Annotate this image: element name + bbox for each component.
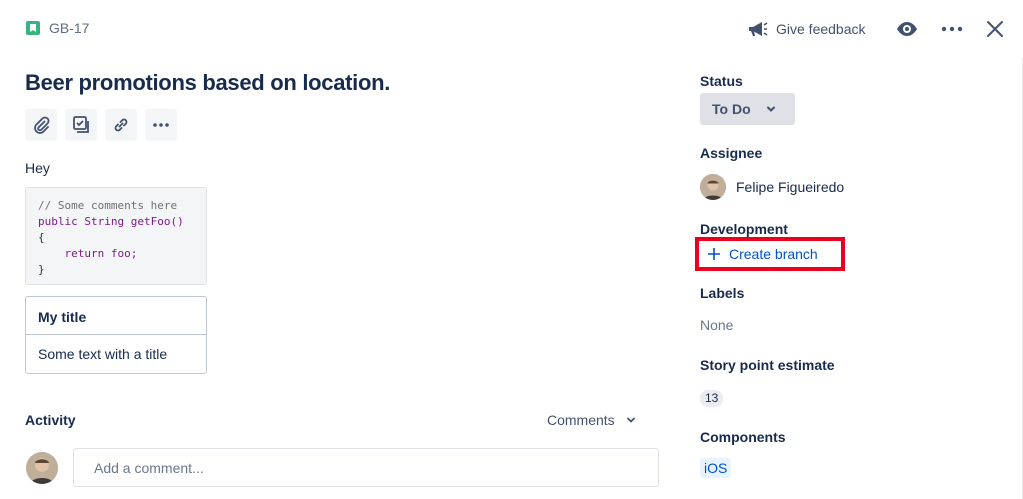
- close-icon: [987, 21, 1003, 37]
- plus-icon: [708, 248, 720, 260]
- more-actions-button[interactable]: [940, 17, 964, 41]
- development-label: Development: [700, 221, 788, 237]
- assignee-field[interactable]: Felipe Figueiredo: [700, 174, 844, 200]
- more-icon: [941, 26, 963, 32]
- panel-title: My title: [26, 297, 206, 335]
- description-text[interactable]: Hey: [25, 160, 50, 176]
- code-line: }: [38, 263, 45, 276]
- story-points-label: Story point estimate: [700, 357, 835, 373]
- code-line: {: [38, 231, 45, 244]
- create-branch-button[interactable]: Create branch: [695, 237, 845, 271]
- create-branch-label: Create branch: [729, 246, 818, 262]
- link-icon: [114, 118, 128, 132]
- status-value: To Do: [712, 101, 751, 117]
- story-icon: [26, 21, 40, 35]
- components-label: Components: [700, 429, 786, 445]
- checkbox-list-icon: [73, 116, 89, 133]
- panel-body: Some text with a title: [38, 346, 168, 362]
- attach-button[interactable]: [25, 109, 57, 141]
- chevron-down-icon: [766, 106, 775, 112]
- issue-key[interactable]: GB-17: [49, 20, 89, 36]
- toolbar-more-button[interactable]: [145, 109, 177, 141]
- assignee-name: Felipe Figueiredo: [736, 179, 845, 195]
- avatar: [26, 452, 58, 484]
- add-child-issue-button[interactable]: [65, 109, 97, 141]
- labels-label: Labels: [700, 285, 745, 301]
- avatar: [700, 174, 726, 200]
- code-line: // Some comments here: [38, 199, 178, 212]
- story-points-badge[interactable]: 13: [700, 390, 724, 407]
- assignee-label: Assignee: [700, 145, 763, 161]
- activity-filter-select[interactable]: Comments: [547, 412, 637, 428]
- more-icon: [153, 123, 169, 127]
- activity-filter-value: Comments: [547, 412, 615, 428]
- activity-heading: Activity: [25, 412, 76, 428]
- link-issue-button[interactable]: [105, 109, 137, 141]
- code-line: return foo;: [38, 247, 138, 260]
- status-dropdown[interactable]: To Do: [700, 93, 795, 125]
- labels-value[interactable]: None: [700, 317, 733, 333]
- give-feedback-button[interactable]: Give feedback: [746, 18, 866, 40]
- issue-title[interactable]: Beer promotions based on location.: [25, 70, 390, 96]
- close-button[interactable]: [983, 17, 1007, 41]
- watch-button[interactable]: [895, 17, 919, 41]
- megaphone-icon: [749, 22, 768, 36]
- eye-icon: [897, 22, 917, 36]
- give-feedback-label: Give feedback: [776, 21, 866, 37]
- titled-panel: My title Some text with a title: [25, 296, 207, 374]
- component-tag[interactable]: iOS: [700, 458, 732, 478]
- code-block: // Some comments here public String getF…: [25, 187, 207, 285]
- paperclip-icon: [34, 116, 50, 134]
- status-label: Status: [700, 73, 743, 89]
- chevron-down-icon: [626, 417, 635, 423]
- code-line: public String getFoo(): [38, 215, 184, 228]
- add-comment-input[interactable]: Add a comment...: [73, 448, 659, 487]
